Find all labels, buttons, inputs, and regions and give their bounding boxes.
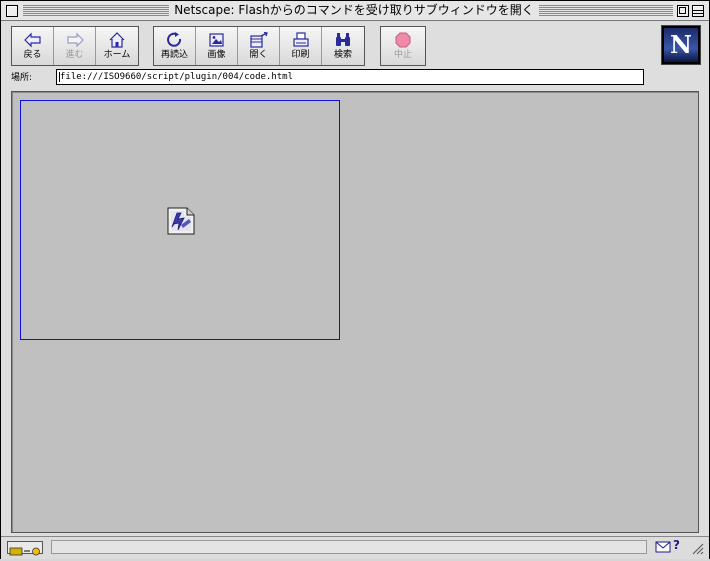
help-icon[interactable]: ?	[673, 538, 680, 552]
open-button[interactable]: 開く	[238, 27, 280, 65]
home-label: ホーム	[103, 50, 131, 60]
status-bar: ?	[1, 536, 709, 559]
binoculars-icon	[336, 33, 350, 46]
open-label: 開く	[249, 50, 268, 60]
zoom-box[interactable]	[677, 5, 689, 17]
collapse-box[interactable]	[692, 5, 704, 17]
home-button[interactable]: ホーム	[96, 27, 138, 65]
forward-button[interactable]: 進む	[54, 27, 96, 65]
resize-grip-icon[interactable]	[690, 541, 704, 555]
stop-label: 中止	[393, 50, 412, 60]
netscape-logo[interactable]: N	[661, 25, 701, 65]
find-label: 検索	[333, 50, 352, 60]
print-label: 印刷	[291, 50, 310, 60]
title-stripes-left	[23, 5, 169, 16]
status-message	[51, 540, 647, 554]
forward-arrow-icon	[66, 32, 84, 48]
title-bar[interactable]: Netscape: Flashからのコマンドを受け取りサブウィンドウを開く	[1, 1, 709, 21]
security-lock-icon[interactable]	[7, 541, 43, 556]
url-field[interactable]: file:///ISO9660/script/plugin/004/code.h…	[56, 69, 644, 85]
back-button[interactable]: 戻る	[12, 27, 54, 65]
page-button-group: 再読込 画像 開く 印刷 検索	[153, 26, 365, 66]
location-label: 場所:	[11, 73, 33, 83]
window-title: Netscape: Flashからのコマンドを受け取りサブウィンドウを開く	[171, 3, 537, 18]
navigation-toolbar: 戻る 進む ホーム 再読込 画像 開く 印刷 検索 中止 N	[1, 21, 709, 67]
flash-plugin-frame[interactable]	[20, 100, 340, 340]
mail-icon[interactable]	[655, 541, 671, 553]
location-bar: 場所: file:///ISO9660/script/plugin/004/co…	[1, 68, 709, 89]
nav-button-group: 戻る 進む ホーム	[11, 26, 139, 66]
reload-label: 再読込	[160, 50, 188, 60]
images-icon	[208, 33, 224, 47]
logo-letter: N	[670, 30, 692, 59]
printer-icon	[292, 32, 309, 47]
title-stripes-right	[539, 5, 673, 16]
stop-icon	[395, 32, 411, 48]
missing-plugin-icon[interactable]	[165, 205, 197, 237]
back-arrow-icon	[23, 32, 41, 48]
home-icon	[109, 32, 125, 48]
back-label: 戻る	[23, 50, 42, 60]
stop-button-group: 中止	[380, 26, 426, 66]
reload-icon	[166, 32, 181, 47]
forward-label: 進む	[65, 50, 84, 60]
close-box[interactable]	[6, 5, 18, 17]
browser-window: Netscape: Flashからのコマンドを受け取りサブウィンドウを開く 戻る…	[0, 0, 710, 559]
images-label: 画像	[207, 50, 226, 60]
find-button[interactable]: 検索	[322, 27, 364, 65]
print-button[interactable]: 印刷	[280, 27, 322, 65]
stop-button[interactable]: 中止	[381, 27, 425, 65]
images-button[interactable]: 画像	[196, 27, 238, 65]
page-content[interactable]	[11, 91, 699, 533]
reload-button[interactable]: 再読込	[154, 27, 196, 65]
open-icon	[249, 31, 268, 48]
